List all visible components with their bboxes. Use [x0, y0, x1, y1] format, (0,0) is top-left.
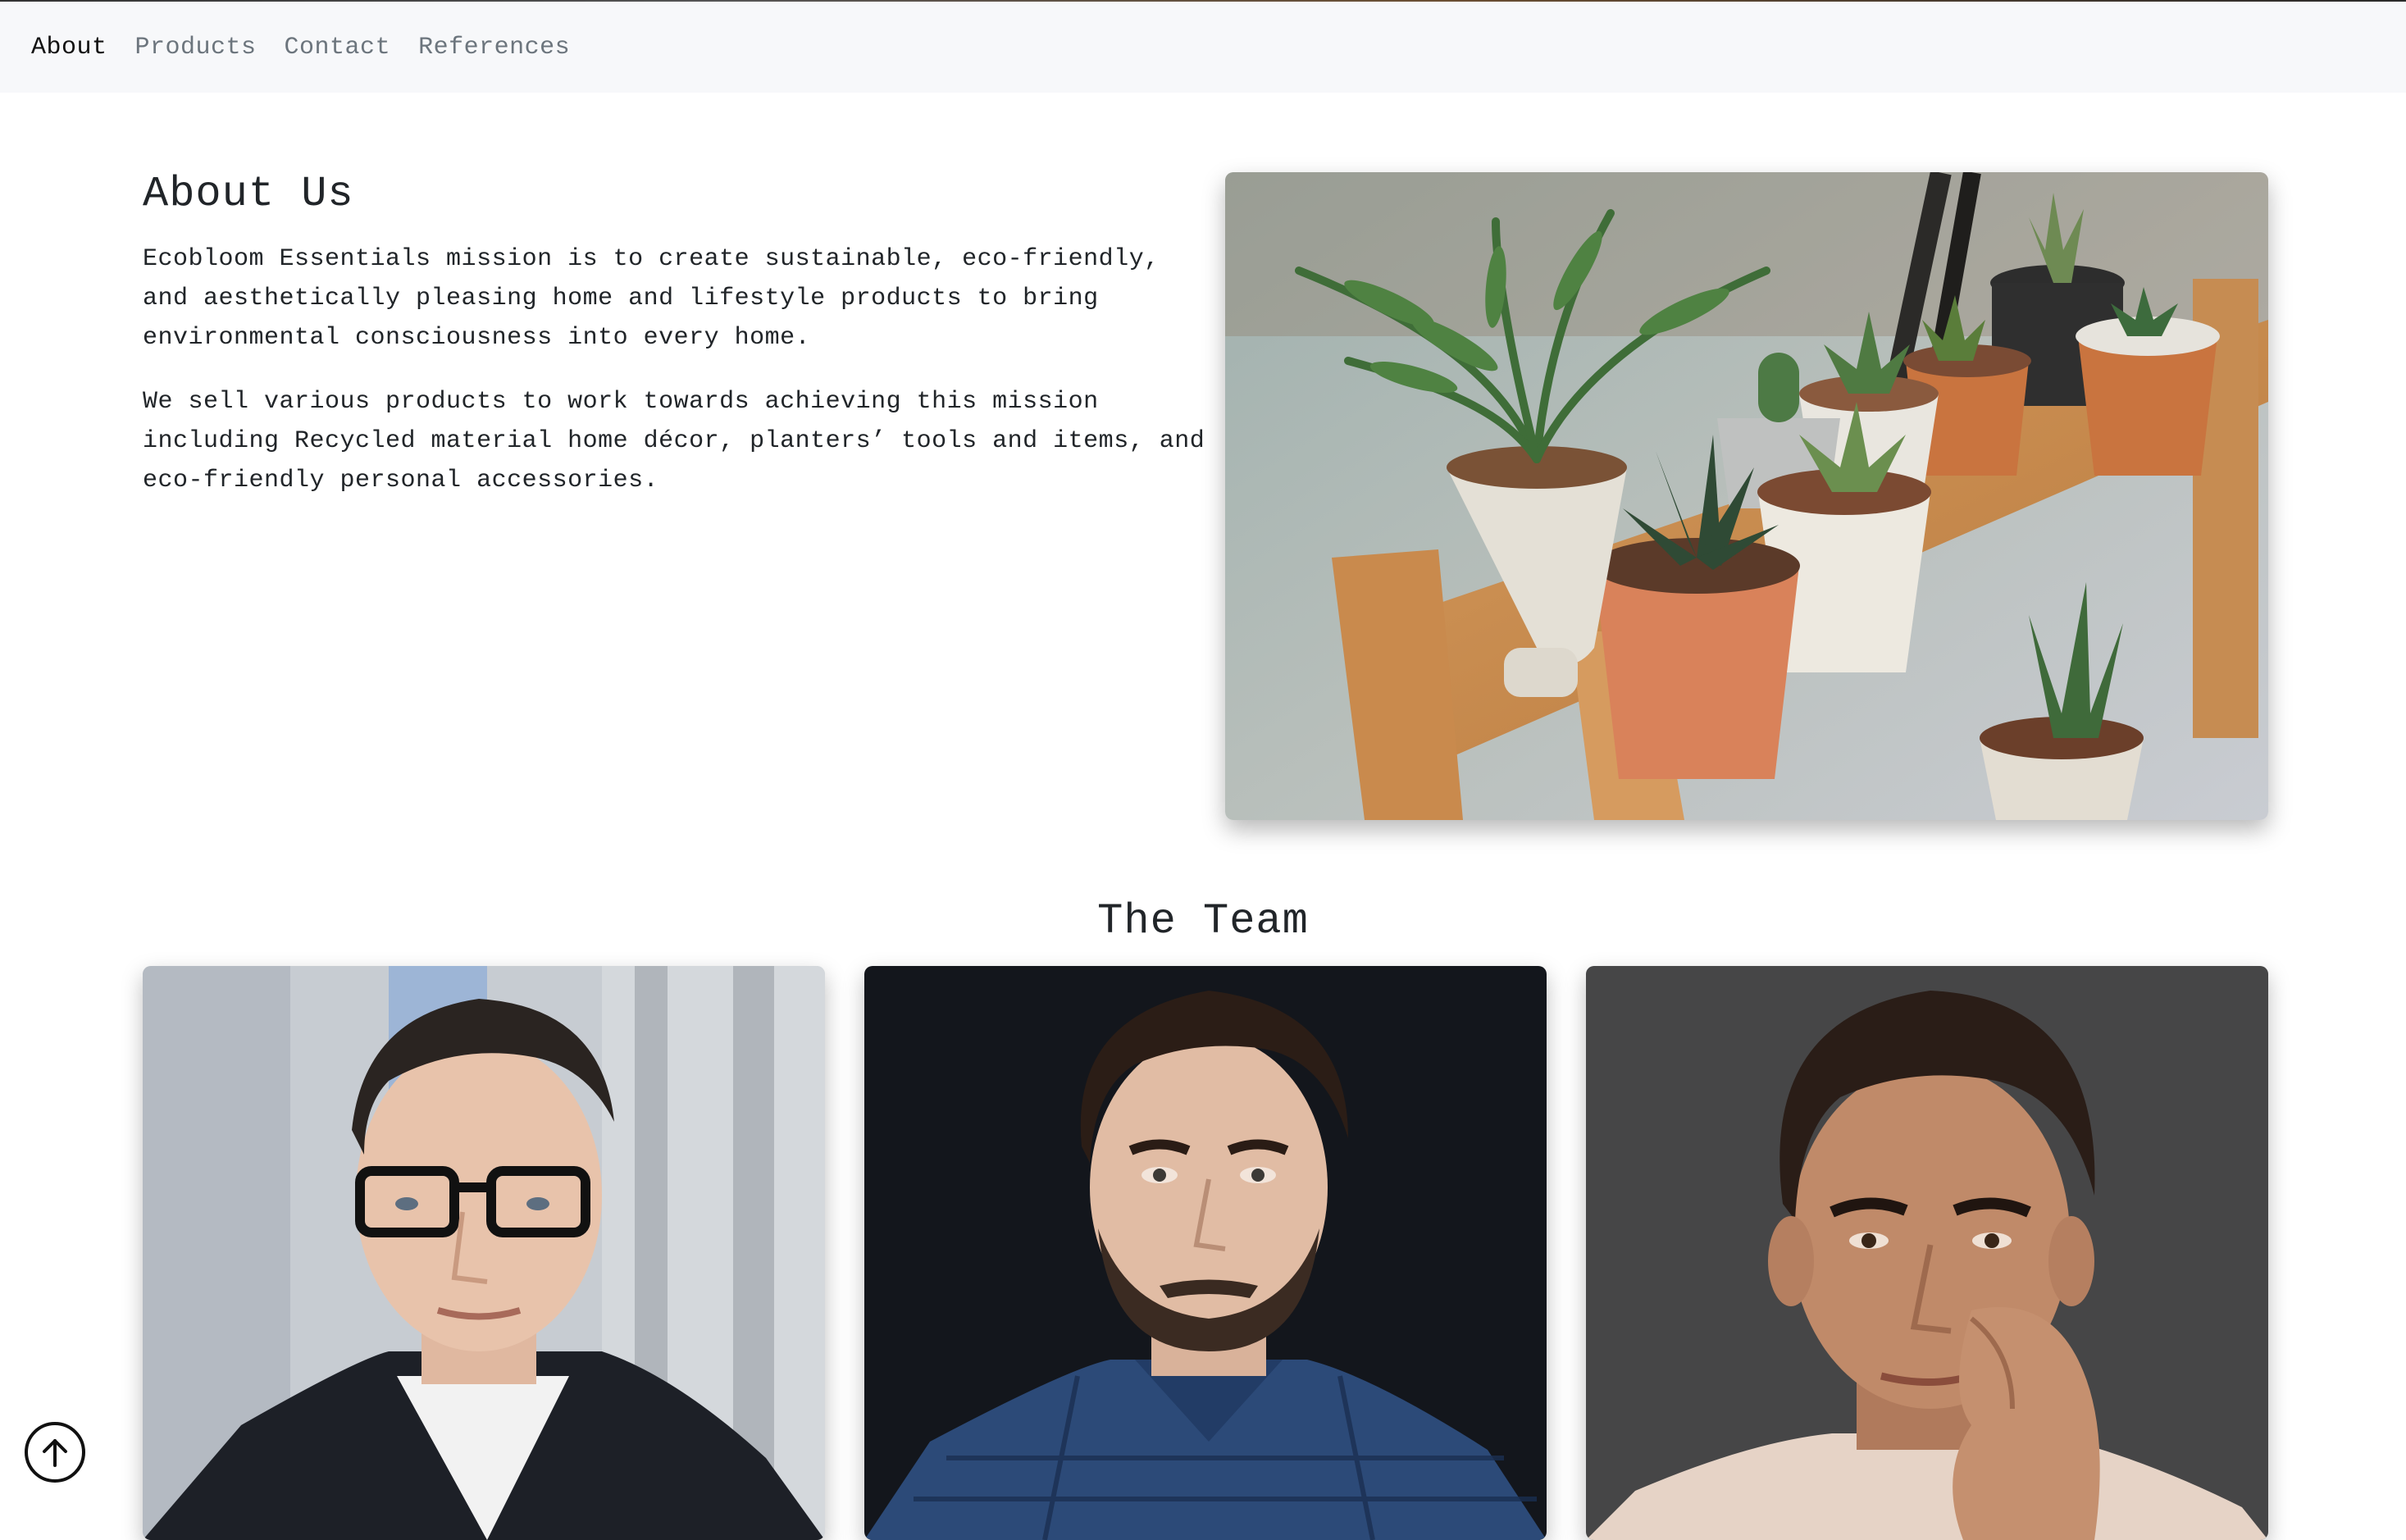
about-paragraph-products: We sell various products to work towards… — [143, 388, 1205, 494]
plants-shelf-image — [1225, 172, 2268, 820]
about-paragraph-mission: Ecobloom Essentials mission is to create… — [143, 245, 1160, 352]
team-member-photo-1 — [143, 966, 825, 1540]
team-member-photo-2 — [864, 966, 1547, 1540]
about-title: About Us — [143, 170, 354, 218]
arrow-up-circle-icon — [43, 1439, 67, 1467]
nav-link-contact[interactable]: Contact — [285, 34, 391, 62]
scroll-to-top-button[interactable] — [25, 1422, 85, 1483]
team-member-photo-3 — [1586, 966, 2268, 1540]
nav-link-about[interactable]: About — [31, 34, 107, 62]
nav-link-references[interactable]: References — [418, 34, 570, 62]
nav-link-products[interactable]: Products — [135, 34, 257, 62]
navbar: About Products Contact References — [0, 2, 2406, 93]
team-title: The Team — [1097, 897, 1309, 945]
